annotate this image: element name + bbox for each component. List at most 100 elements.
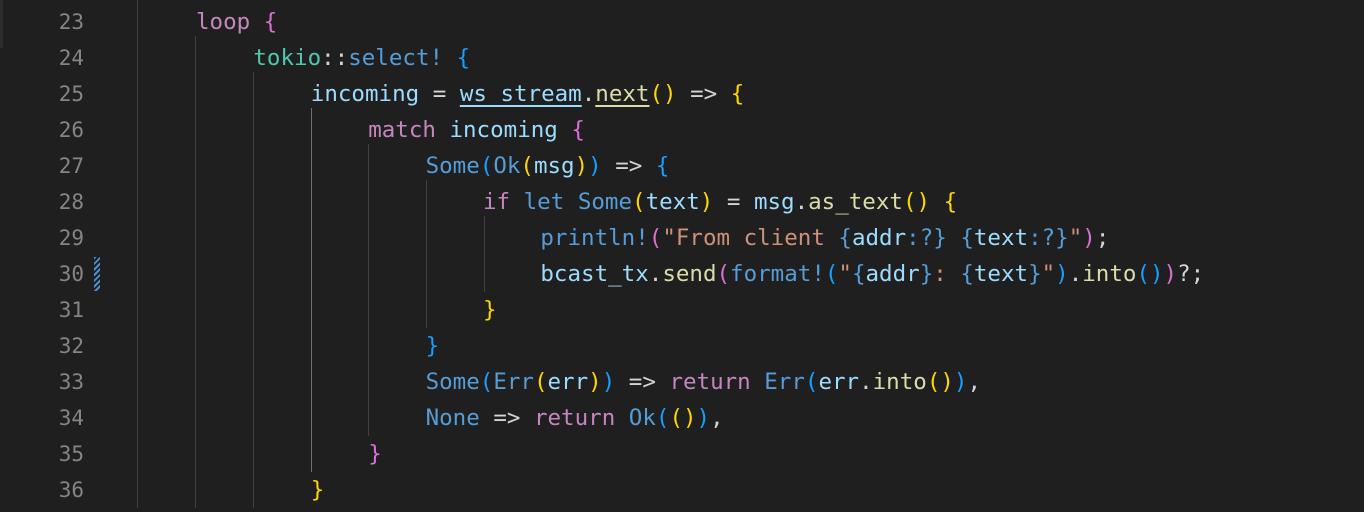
code-token: :: <box>321 45 349 71</box>
code-token: " <box>1068 225 1083 251</box>
modified-line-indicator[interactable] <box>94 257 100 291</box>
code-token: ( <box>804 369 819 395</box>
code-token: } <box>919 261 934 287</box>
code-line[interactable]: loop { <box>196 4 277 40</box>
line-number: 27 <box>58 154 84 178</box>
line-number: 23 <box>58 10 84 34</box>
line-number-gutter[interactable]: 23 24 25 26 27 28 29 30 31 32 33 34 35 36 <box>0 0 100 512</box>
code-token: ) <box>1055 261 1069 287</box>
code-token: ( <box>716 261 731 287</box>
code-token: ) <box>601 369 616 395</box>
code-line[interactable]: println!("From client {addr:?} {text:?}"… <box>540 220 1109 256</box>
code-token: : <box>933 261 961 287</box>
code-line[interactable]: None => return Ok(()), <box>426 400 724 436</box>
line-number: 31 <box>58 298 84 322</box>
indent-guide <box>311 108 312 472</box>
line-number: 29 <box>58 226 84 250</box>
code-token: , <box>710 405 724 431</box>
indent-guide <box>368 144 369 436</box>
code-token: => <box>479 405 534 431</box>
code-token: ) <box>699 189 714 215</box>
code-line[interactable]: if let Some(text) = msg.as_text() { <box>483 184 957 220</box>
code-token: ) <box>588 369 602 395</box>
indent-guide <box>484 216 485 292</box>
code-token: . <box>1068 261 1083 287</box>
code-token: ( <box>824 261 839 287</box>
code-token: None <box>425 405 480 431</box>
code-token: " <box>838 261 852 287</box>
code-line[interactable]: incoming = ws_stream.next() => { <box>311 76 745 112</box>
code-token: . <box>794 189 809 215</box>
code-token: => <box>601 153 656 179</box>
code-token: ; <box>1095 225 1110 251</box>
code-line[interactable]: bcast_tx.send(format!("{addr}: {text}").… <box>540 256 1204 292</box>
code-token: return <box>669 369 751 395</box>
code-token: ws_stream <box>459 81 582 107</box>
code-token: . <box>648 261 663 287</box>
code-token: } <box>1028 261 1042 287</box>
line-number: 36 <box>58 478 84 502</box>
code-token: { <box>571 117 585 143</box>
indent-guide <box>426 180 427 328</box>
indent-guide <box>195 36 196 508</box>
code-token: { <box>960 261 974 287</box>
line-number: 32 <box>58 334 84 358</box>
line-number: 26 <box>58 118 84 142</box>
line-number: 35 <box>58 442 84 466</box>
line-number: 30 <box>58 262 84 286</box>
code-token: match <box>368 117 436 143</box>
line-number: 28 <box>58 190 84 214</box>
code-line[interactable]: } <box>426 328 440 364</box>
code-token: } <box>425 333 440 359</box>
code-line[interactable]: } <box>368 436 382 472</box>
code-line[interactable]: Some(Err(err)) => return Err(err.into())… <box>426 364 981 400</box>
code-line[interactable]: } <box>311 472 325 508</box>
code-token: { <box>838 225 852 251</box>
code-token: ) <box>1082 225 1096 251</box>
code-token: Some <box>577 189 633 215</box>
code-token: msg <box>753 189 795 215</box>
code-line[interactable]: } <box>483 292 497 328</box>
code-token: println! <box>540 225 649 251</box>
code-token: tokio <box>253 45 322 71</box>
code-token: { <box>960 225 974 251</box>
code-line[interactable]: match incoming { <box>368 112 585 148</box>
code-token: Ok <box>628 405 656 431</box>
code-token: err <box>818 369 860 395</box>
code-token: { <box>263 9 278 35</box>
code-token: () <box>926 369 954 395</box>
code-token: send <box>662 261 717 287</box>
code-token: ) <box>696 405 711 431</box>
code-token: () <box>669 405 697 431</box>
code-token: } <box>483 297 497 323</box>
code-token: { <box>655 153 670 179</box>
code-token: into <box>1082 261 1137 287</box>
code-token: ( <box>632 189 646 215</box>
code-token: :?} <box>906 225 947 251</box>
code-token: Err <box>493 369 534 395</box>
code-token: ( <box>479 153 494 179</box>
code-token: addr <box>865 261 920 287</box>
code-token: Some <box>425 369 480 395</box>
code-token: } <box>368 441 382 467</box>
code-line[interactable]: Some(Ok(msg)) => { <box>426 148 670 184</box>
code-editor[interactable]: 23 24 25 26 27 28 29 30 31 32 33 34 35 36 loop {tokio… <box>0 0 1364 512</box>
code-token: ) <box>588 153 602 179</box>
code-token: format! <box>730 261 825 287</box>
code-line[interactable]: tokio::select! { <box>253 40 470 76</box>
indent-guide <box>137 0 138 508</box>
code-token: ( <box>520 153 534 179</box>
code-token: = <box>419 81 460 107</box>
code-token: ) <box>953 369 968 395</box>
code-token: bcast_tx <box>540 261 649 287</box>
code-token: msg <box>533 153 575 179</box>
code-token: next <box>595 81 650 107</box>
code-token: ( <box>655 405 670 431</box>
code-token: Err <box>764 369 805 395</box>
